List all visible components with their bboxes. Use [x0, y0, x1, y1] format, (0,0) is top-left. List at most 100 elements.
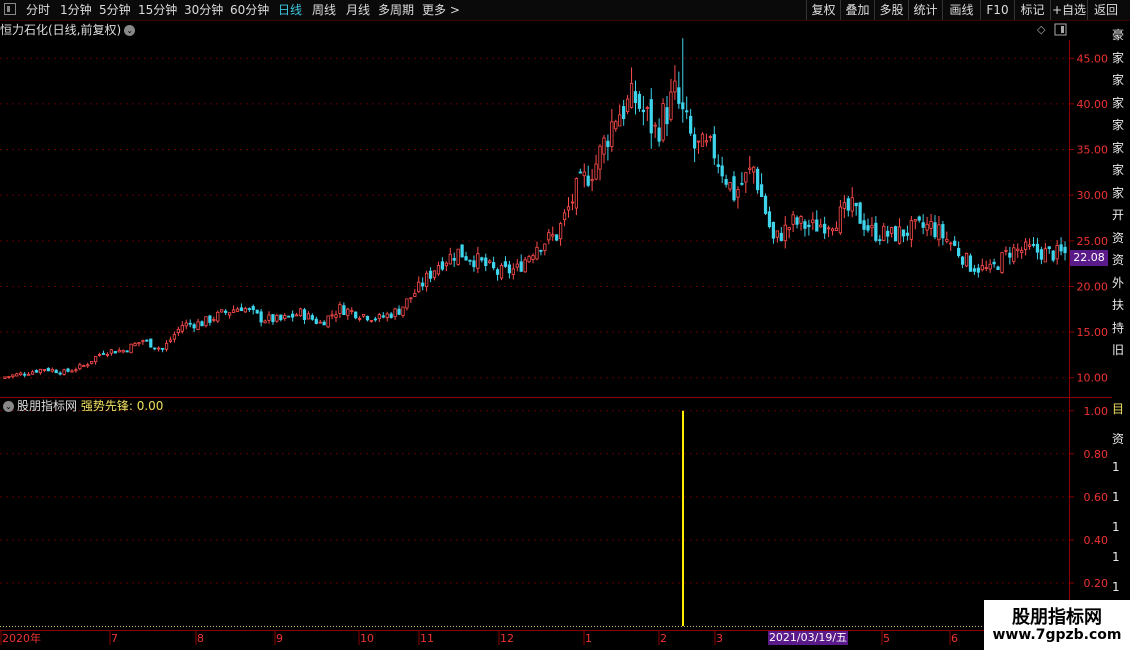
candle-body: [901, 229, 906, 237]
candle-body: [1020, 250, 1024, 254]
candle-body: [271, 314, 275, 323]
candle-body: [212, 319, 216, 321]
candle-body: [953, 240, 957, 246]
indicator-title[interactable]: ⌄ 股朋指标网 强势先锋: 0.00: [0, 398, 163, 414]
candle-body: [121, 350, 125, 353]
candle-body: [15, 373, 19, 377]
candle-body: [878, 239, 882, 242]
candle-body: [700, 133, 705, 147]
candle-body: [153, 347, 157, 350]
candle-body: [964, 252, 969, 267]
candle-body: [180, 324, 184, 332]
candle-body: [113, 351, 117, 354]
candle-body: [306, 313, 311, 320]
candle-body: [184, 322, 188, 327]
candle-body: [882, 225, 886, 241]
candle-body: [109, 349, 113, 354]
candle-body: [720, 165, 724, 177]
candle-body: [740, 183, 744, 185]
candle-body: [1008, 252, 1012, 258]
candle-body: [653, 124, 657, 127]
candle-body: [511, 268, 515, 275]
candle-body: [988, 263, 992, 270]
chart-title[interactable]: 恒力石化(日线,前复权) ⌄: [0, 21, 136, 39]
candle-body: [318, 321, 322, 324]
candle-body: [287, 315, 291, 318]
candle-body: [440, 261, 445, 270]
price-tick-label: 15.00: [1077, 326, 1109, 339]
candle-body: [811, 219, 815, 224]
side-char: 家: [1112, 118, 1125, 132]
candle-body: [346, 308, 350, 316]
candle-body: [1000, 252, 1004, 273]
candle-body: [890, 227, 894, 234]
candle-body: [452, 258, 456, 261]
candle-body: [188, 322, 192, 325]
candle-body: [42, 369, 46, 371]
candle-body: [503, 261, 508, 267]
candle-body: [247, 308, 251, 310]
candle-body: [775, 230, 779, 238]
candle-body: [590, 179, 594, 182]
candle-body: [425, 272, 429, 288]
candle-body: [1016, 248, 1020, 251]
candle-body: [712, 134, 716, 159]
candle-body: [838, 206, 843, 234]
xaxis-label: 9: [276, 632, 283, 645]
candle-body: [444, 262, 448, 267]
candle-body: [547, 232, 551, 241]
chevron-down-icon[interactable]: ⌄: [124, 25, 136, 36]
candle-body: [689, 115, 693, 134]
xaxis-label: 10: [360, 632, 374, 645]
xaxis-label: 2020年: [2, 631, 41, 645]
candle-body: [972, 268, 977, 272]
side-info-strip[interactable]: 豪家家家家家家家开资资外扶持旧目资11111: [1112, 20, 1130, 630]
side-char: 扶: [1112, 298, 1125, 312]
candle-body: [826, 227, 831, 230]
side-char: 开: [1112, 208, 1125, 222]
side-char: 家: [1112, 50, 1125, 65]
candle-body: [480, 257, 484, 261]
candle-body: [464, 256, 468, 261]
candle-body: [334, 314, 338, 318]
candle-body: [716, 164, 720, 167]
candle-body: [905, 232, 910, 236]
candle-body: [543, 243, 547, 251]
candle-body: [708, 136, 712, 138]
candle-body: [1059, 244, 1063, 252]
candle-body: [34, 370, 39, 373]
candle-body: [141, 340, 145, 343]
candle-body: [23, 373, 27, 376]
candle-body: [823, 223, 827, 234]
candle-body: [515, 263, 519, 268]
side-char-lower: 资: [1112, 432, 1125, 446]
candle-body: [90, 361, 94, 364]
xaxis-label: 12: [500, 632, 514, 645]
panel-max-icon-inner: [1061, 26, 1064, 33]
candle-body: [62, 369, 66, 375]
candle-body: [409, 297, 413, 300]
candle-body: [736, 189, 740, 198]
candle-body: [456, 248, 460, 265]
candle-body: [204, 316, 208, 327]
candle-body: [160, 347, 165, 350]
diamond-icon[interactable]: ◇: [1037, 23, 1046, 36]
candle-body: [637, 93, 642, 109]
chevron-down-icon[interactable]: ⌄: [3, 401, 14, 412]
kline-chart[interactable]: 45.00 40.00 35.00 30.00 25.00 20.00 15.00 10.00…: [0, 0, 1130, 650]
candle-body: [767, 211, 772, 228]
panel-max-icon[interactable]: [1054, 23, 1067, 36]
candle-body: [7, 375, 11, 378]
candle-body: [1043, 248, 1047, 263]
candle-body: [101, 353, 106, 355]
candle-body: [866, 225, 870, 231]
candle-body: [275, 314, 279, 322]
watermark-name: 股朋指标网: [1012, 607, 1102, 628]
candle-body: [850, 197, 854, 212]
candle-body: [819, 224, 823, 228]
candle-body: [622, 106, 626, 120]
candle-body: [97, 354, 102, 356]
candle-body: [1031, 244, 1036, 246]
price-tick-label: 25.00: [1077, 235, 1109, 248]
candle-body: [58, 372, 62, 375]
